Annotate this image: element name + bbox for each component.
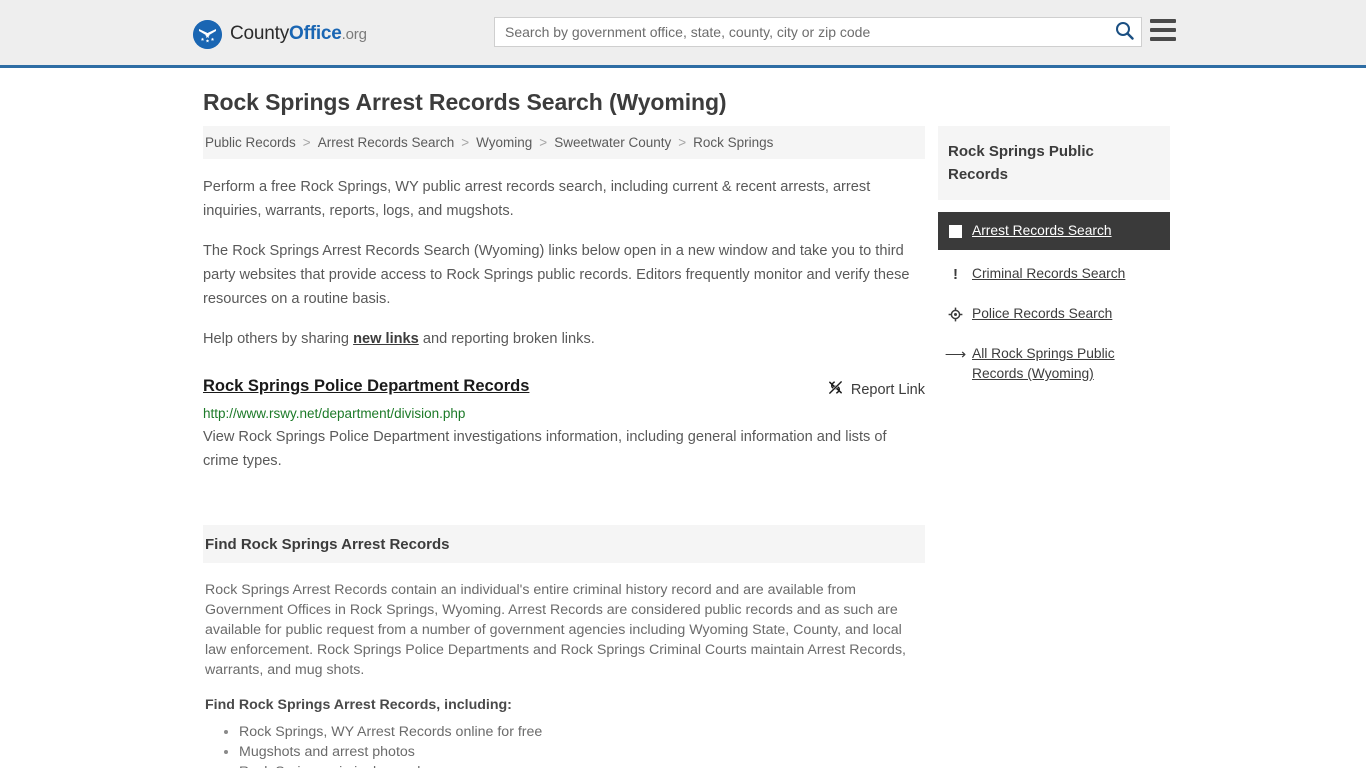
menu-bar-1 [1150, 19, 1176, 23]
sidebar-item-arrest-records-search[interactable]: Arrest Records Search [938, 212, 1170, 250]
search-input[interactable] [495, 18, 1107, 46]
search-button[interactable] [1107, 18, 1141, 46]
new-links-link[interactable]: new links [353, 331, 419, 347]
breadcrumb-item-arrest-records-search[interactable]: Arrest Records Search [318, 135, 455, 150]
result-url-link[interactable]: http://www.rswy.net/department/division.… [203, 406, 925, 421]
intro-paragraph-2: The Rock Springs Arrest Records Search (… [203, 243, 910, 307]
sidebar-header-title: Rock Springs Public Records [938, 126, 1170, 200]
breadcrumb-separator: > [678, 135, 687, 150]
id-card-icon [948, 221, 963, 241]
brand-part-county: County [230, 23, 290, 44]
sidebar-item-label: Arrest Records Search [972, 223, 1112, 238]
result-description: View Rock Springs Police Department inve… [203, 429, 887, 469]
site-logo-link[interactable]: CountyOffice.org [193, 19, 367, 49]
search-bar[interactable] [494, 17, 1142, 47]
sidebar: Rock Springs Public Records Arrest Recor… [938, 126, 1170, 392]
sidebar-item-all-public-records[interactable]: ⟶ All Rock Springs Public Records (Wyomi… [938, 336, 1170, 392]
page-title: Rock Springs Arrest Records Search (Wyom… [203, 89, 727, 115]
main-content: Public Records > Arrest Records Search >… [203, 126, 925, 768]
result-header-row: Rock Springs Police Department Records R… [203, 377, 925, 400]
crosshair-badge-icon [948, 304, 963, 324]
list-item: Mugshots and arrest photos [239, 742, 923, 762]
breadcrumb-separator: > [539, 135, 548, 150]
sidebar-item-label: Police Records Search [972, 306, 1113, 321]
sidebar-item-criminal-records-search[interactable]: ! Criminal Records Search [938, 256, 1170, 292]
site-header: CountyOffice.org [0, 0, 1366, 68]
result-item: Rock Springs Police Department Records R… [203, 377, 925, 473]
brand-part-org: .org [341, 26, 367, 43]
breadcrumb: Public Records > Arrest Records Search >… [203, 126, 925, 159]
hamburger-menu-icon[interactable] [1150, 19, 1176, 41]
find-records-list: Rock Springs, WY Arrest Records online f… [205, 722, 923, 768]
exclamation-icon: ! [953, 265, 958, 283]
menu-bar-2 [1150, 28, 1176, 32]
find-records-section: Find Rock Springs Arrest Records Rock Sp… [203, 525, 925, 768]
breadcrumb-separator: > [302, 135, 311, 150]
eagle-stars-emblem-icon [193, 19, 222, 49]
intro-paragraph-1: Perform a free Rock Springs, WY public a… [203, 179, 871, 219]
broken-link-icon [827, 379, 844, 400]
breadcrumb-item-public-records[interactable]: Public Records [205, 135, 296, 150]
brand-text: CountyOffice.org [230, 19, 367, 49]
list-item: Rock Springs criminal records [239, 762, 923, 768]
brand-part-office: Office [289, 23, 342, 44]
share-links-paragraph: Help others by sharing new links and rep… [203, 327, 925, 351]
menu-bar-3 [1150, 37, 1176, 41]
share-prefix: Help others by sharing [203, 331, 354, 347]
report-link-label: Report Link [850, 381, 925, 398]
list-heading: Find Rock Springs Arrest Records, includ… [205, 697, 512, 713]
list-item: Rock Springs, WY Arrest Records online f… [239, 722, 923, 742]
sidebar-item-police-records-search[interactable]: Police Records Search [938, 296, 1170, 332]
section-paragraph: Rock Springs Arrest Records contain an i… [205, 582, 906, 678]
breadcrumb-separator: > [461, 135, 470, 150]
magnifier-icon [1115, 21, 1134, 43]
breadcrumb-item-rock-springs[interactable]: Rock Springs [693, 135, 773, 150]
sidebar-item-label: Criminal Records Search [972, 266, 1126, 281]
breadcrumb-item-wyoming[interactable]: Wyoming [476, 135, 532, 150]
result-title-link[interactable]: Rock Springs Police Department Records [203, 377, 529, 396]
section-header-title: Find Rock Springs Arrest Records [203, 525, 925, 563]
breadcrumb-item-sweetwater-county[interactable]: Sweetwater County [554, 135, 671, 150]
sidebar-item-label: All Rock Springs Public Records (Wyoming… [972, 346, 1115, 381]
section-body: Rock Springs Arrest Records contain an i… [203, 580, 925, 768]
share-suffix: and reporting broken links. [418, 331, 595, 347]
arrow-right-icon: ⟶ [944, 345, 967, 363]
report-link-button[interactable]: Report Link [827, 377, 925, 400]
